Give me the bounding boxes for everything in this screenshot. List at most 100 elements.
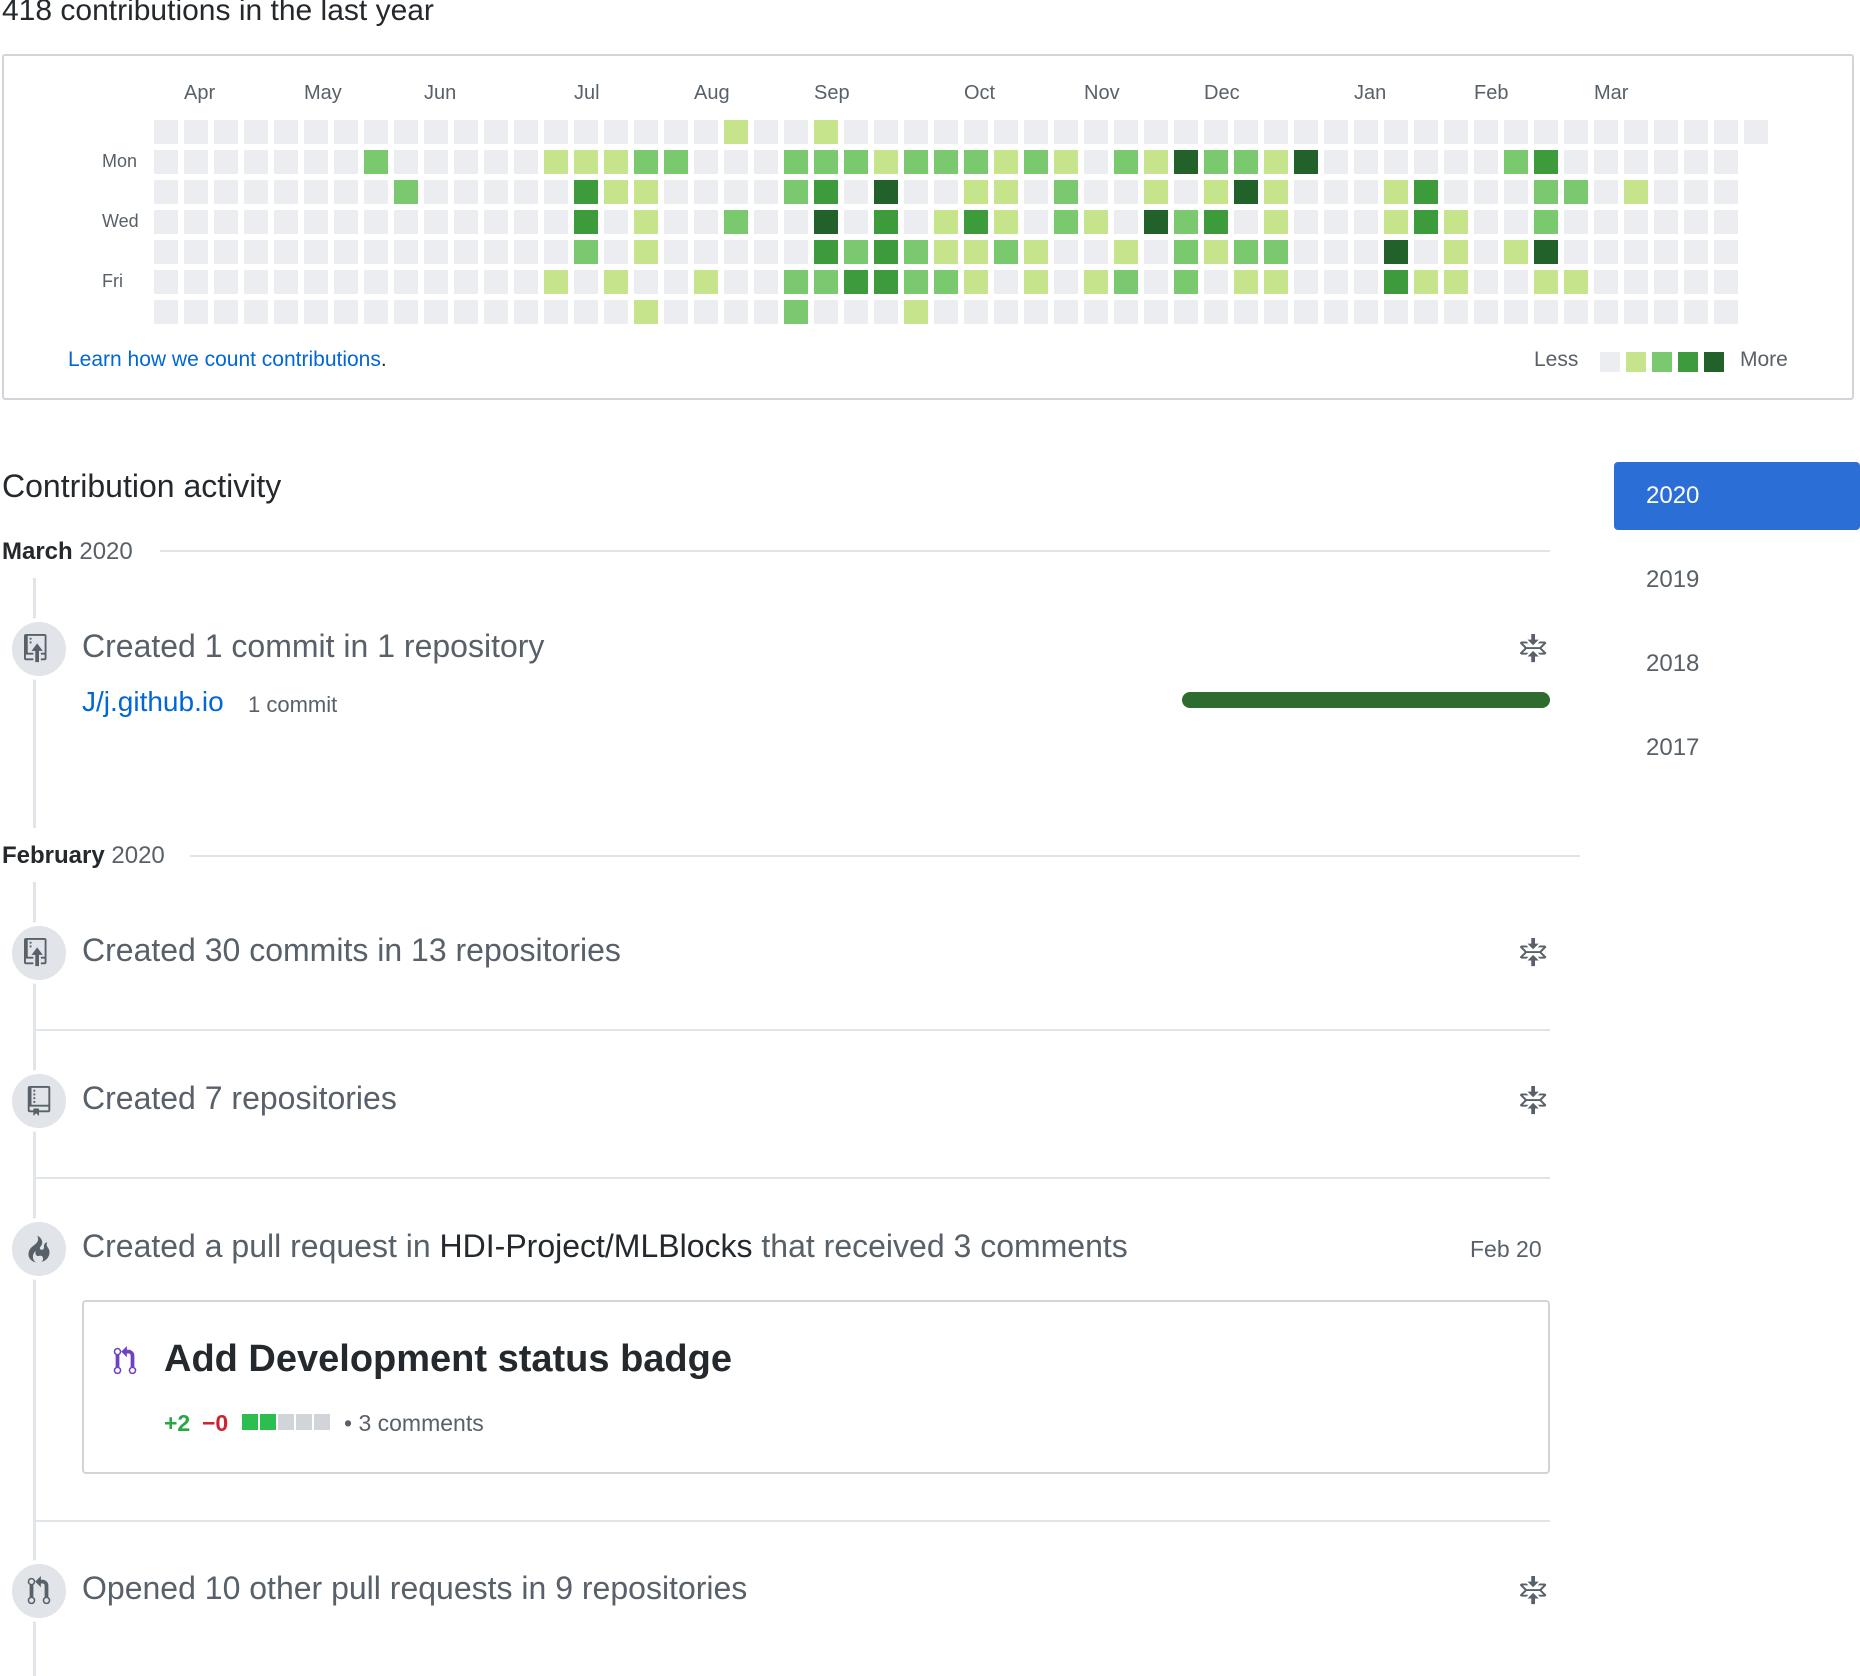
contribution-day-cell[interactable] <box>1684 270 1708 294</box>
contribution-day-cell[interactable] <box>274 270 298 294</box>
contribution-day-cell[interactable] <box>1414 240 1438 264</box>
contribution-day-cell[interactable] <box>1624 180 1648 204</box>
contribution-day-cell[interactable] <box>934 300 958 324</box>
contribution-day-cell[interactable] <box>574 270 598 294</box>
contribution-day-cell[interactable] <box>904 180 928 204</box>
contribution-day-cell[interactable] <box>364 150 388 174</box>
contribution-day-cell[interactable] <box>424 180 448 204</box>
contribution-day-cell[interactable] <box>754 300 778 324</box>
contribution-day-cell[interactable] <box>1684 120 1708 144</box>
contribution-day-cell[interactable] <box>1624 210 1648 234</box>
contribution-day-cell[interactable] <box>1594 120 1618 144</box>
contribution-day-cell[interactable] <box>1684 180 1708 204</box>
contribution-day-cell[interactable] <box>1414 300 1438 324</box>
contribution-day-cell[interactable] <box>184 300 208 324</box>
contribution-day-cell[interactable] <box>1294 180 1318 204</box>
contribution-day-cell[interactable] <box>844 180 868 204</box>
contribution-day-cell[interactable] <box>1444 240 1468 264</box>
contribution-day-cell[interactable] <box>1564 240 1588 264</box>
contribution-day-cell[interactable] <box>1474 300 1498 324</box>
contribution-day-cell[interactable] <box>394 270 418 294</box>
contribution-day-cell[interactable] <box>154 150 178 174</box>
year-filter-2018[interactable]: 2018 <box>1614 630 1860 698</box>
contribution-day-cell[interactable] <box>1084 150 1108 174</box>
contribution-day-cell[interactable] <box>1084 180 1108 204</box>
contribution-day-cell[interactable] <box>994 120 1018 144</box>
contribution-day-cell[interactable] <box>1114 180 1138 204</box>
contribution-day-cell[interactable] <box>664 270 688 294</box>
contribution-day-cell[interactable] <box>1654 240 1678 264</box>
contribution-day-cell[interactable] <box>874 180 898 204</box>
contribution-day-cell[interactable] <box>664 120 688 144</box>
contribution-day-cell[interactable] <box>1204 120 1228 144</box>
contribution-day-cell[interactable] <box>1234 210 1258 234</box>
contribution-day-cell[interactable] <box>514 270 538 294</box>
contribution-day-cell[interactable] <box>544 300 568 324</box>
contribution-day-cell[interactable] <box>1534 300 1558 324</box>
learn-link-text[interactable]: Learn how we count contributions <box>68 348 381 371</box>
contribution-day-cell[interactable] <box>244 210 268 234</box>
contribution-day-cell[interactable] <box>1264 210 1288 234</box>
learn-contributions-link[interactable]: Learn how we count contributions. <box>68 348 387 372</box>
contribution-day-cell[interactable] <box>1324 120 1348 144</box>
contribution-day-cell[interactable] <box>484 150 508 174</box>
contribution-day-cell[interactable] <box>454 210 478 234</box>
contribution-day-cell[interactable] <box>964 150 988 174</box>
contribution-day-cell[interactable] <box>544 180 568 204</box>
contribution-day-cell[interactable] <box>154 120 178 144</box>
contribution-day-cell[interactable] <box>1654 120 1678 144</box>
contribution-day-cell[interactable] <box>394 180 418 204</box>
contribution-day-cell[interactable] <box>1564 210 1588 234</box>
contribution-day-cell[interactable] <box>274 210 298 234</box>
contribution-day-cell[interactable] <box>1534 240 1558 264</box>
contribution-day-cell[interactable] <box>1384 270 1408 294</box>
contribution-day-cell[interactable] <box>184 210 208 234</box>
contribution-day-cell[interactable] <box>1234 240 1258 264</box>
contribution-day-cell[interactable] <box>1144 240 1168 264</box>
contribution-day-cell[interactable] <box>934 210 958 234</box>
contribution-day-cell[interactable] <box>1594 270 1618 294</box>
contribution-day-cell[interactable] <box>1504 150 1528 174</box>
contribution-day-cell[interactable] <box>1744 120 1768 144</box>
unfold-icon[interactable] <box>1520 1086 1550 1116</box>
contribution-day-cell[interactable] <box>1114 150 1138 174</box>
contribution-day-cell[interactable] <box>1174 120 1198 144</box>
contribution-day-cell[interactable] <box>1444 270 1468 294</box>
contribution-day-cell[interactable] <box>994 150 1018 174</box>
contribution-day-cell[interactable] <box>1054 210 1078 234</box>
contribution-day-cell[interactable] <box>1504 240 1528 264</box>
contribution-day-cell[interactable] <box>394 210 418 234</box>
contribution-day-cell[interactable] <box>1054 270 1078 294</box>
year-filter-2019[interactable]: 2019 <box>1614 546 1860 614</box>
contribution-day-cell[interactable] <box>1354 120 1378 144</box>
contribution-day-cell[interactable] <box>664 300 688 324</box>
contribution-day-cell[interactable] <box>1504 180 1528 204</box>
contribution-day-cell[interactable] <box>1714 300 1738 324</box>
contribution-day-cell[interactable] <box>844 240 868 264</box>
contribution-day-cell[interactable] <box>904 240 928 264</box>
contribution-day-cell[interactable] <box>964 270 988 294</box>
contribution-day-cell[interactable] <box>724 270 748 294</box>
contribution-day-cell[interactable] <box>1564 300 1588 324</box>
contribution-day-cell[interactable] <box>1114 210 1138 234</box>
contribution-day-cell[interactable] <box>334 240 358 264</box>
contribution-day-cell[interactable] <box>1144 300 1168 324</box>
contribution-day-cell[interactable] <box>1624 270 1648 294</box>
contribution-day-cell[interactable] <box>754 240 778 264</box>
year-filter-2020[interactable]: 2020 <box>1614 462 1860 530</box>
contribution-day-cell[interactable] <box>904 150 928 174</box>
contribution-day-cell[interactable] <box>424 240 448 264</box>
contribution-day-cell[interactable] <box>1354 300 1378 324</box>
contribution-day-cell[interactable] <box>154 180 178 204</box>
contribution-day-cell[interactable] <box>514 240 538 264</box>
contribution-day-cell[interactable] <box>1054 240 1078 264</box>
contribution-day-cell[interactable] <box>394 150 418 174</box>
contribution-day-cell[interactable] <box>424 270 448 294</box>
contribution-day-cell[interactable] <box>514 300 538 324</box>
year-filter-2017[interactable]: 2017 <box>1614 714 1860 782</box>
contribution-day-cell[interactable] <box>1084 300 1108 324</box>
contribution-day-cell[interactable] <box>1444 120 1468 144</box>
contribution-day-cell[interactable] <box>304 150 328 174</box>
contribution-day-cell[interactable] <box>334 180 358 204</box>
pr-repo-link[interactable]: HDI-Project/MLBlocks <box>440 1228 753 1264</box>
